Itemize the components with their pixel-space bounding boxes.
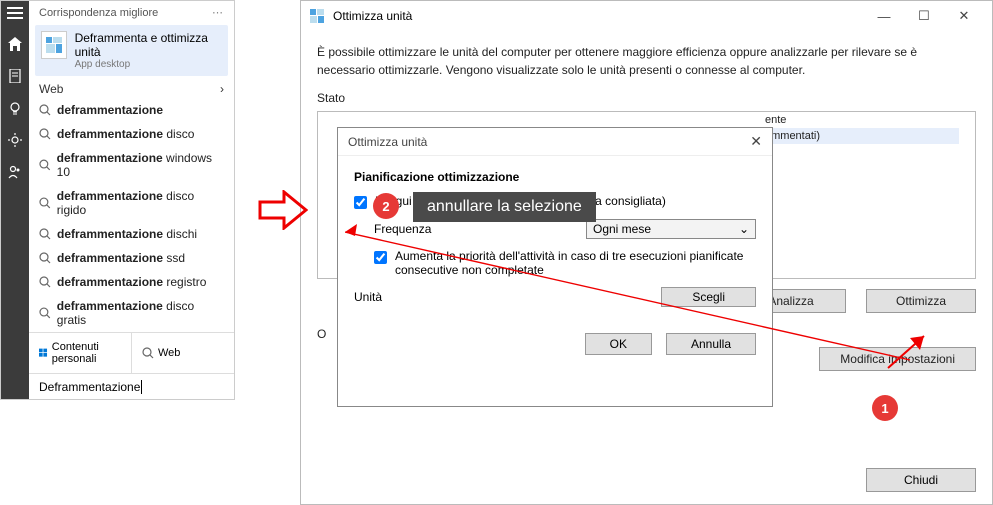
ok-button[interactable]: OK: [585, 333, 652, 355]
tab-web-label: Web: [158, 347, 180, 359]
search-icon: [142, 347, 154, 359]
annotation-badge-2: 2: [373, 193, 399, 219]
run-on-schedule-checkbox[interactable]: [354, 196, 367, 209]
search-icon: [39, 307, 51, 319]
search-input-value: Deframmentazione: [39, 380, 142, 394]
close-window-button[interactable]: Chiudi: [866, 468, 976, 492]
close-button[interactable]: ✕: [944, 8, 984, 24]
defrag-app-icon: [41, 31, 67, 59]
web-section-header[interactable]: Web ›: [29, 76, 234, 98]
best-match-subtitle: App desktop: [75, 59, 222, 70]
priority-checkbox[interactable]: [374, 251, 387, 264]
schedule-dialog: Ottimizza unità ✕ Pianificazione ottimiz…: [337, 127, 773, 407]
document-icon[interactable]: [8, 69, 22, 83]
best-match-item[interactable]: Deframmenta e ottimizza unità App deskto…: [35, 25, 228, 76]
best-match-label: Corrispondenza migliore: [39, 7, 158, 19]
frequency-select[interactable]: Ogni mese ⌄: [586, 219, 756, 239]
windows-icon: [39, 347, 48, 359]
list-item[interactable]: deframmentazione disco rigido: [35, 184, 228, 222]
list-item[interactable]: deframmentazione dischi: [35, 222, 228, 246]
best-match-text: Deframmenta e ottimizza unità App deskto…: [75, 31, 222, 70]
web-label: Web: [39, 82, 63, 96]
search-icon: [39, 159, 51, 171]
optimize-drives-window: Ottimizza unità — ☐ ✕ È possibile ottimi…: [300, 0, 993, 505]
chevron-right-icon: ›: [220, 82, 224, 96]
menu-icon[interactable]: [7, 7, 23, 19]
search-icon: [39, 104, 51, 116]
search-input-row[interactable]: Deframmentazione: [29, 373, 234, 400]
search-icon: [39, 252, 51, 264]
tab-personal-label: Contenuti personali: [52, 341, 121, 365]
list-item[interactable]: deframmentazione disco gratis: [35, 294, 228, 332]
search-sidebar: [1, 1, 29, 399]
priority-label: Aumenta la priorità dell'attività in cas…: [395, 249, 756, 277]
bulb-icon[interactable]: [8, 101, 22, 115]
list-item[interactable]: deframmentazione: [35, 98, 228, 122]
modify-settings-button[interactable]: Modifica impostazioni: [819, 347, 976, 371]
search-icon: [39, 128, 51, 140]
col-value-fragment[interactable]: ammentati): [759, 128, 959, 144]
tab-web[interactable]: Web: [132, 333, 234, 373]
dialog-titlebar: Ottimizza unità ✕: [338, 128, 772, 156]
search-icon: [39, 276, 51, 288]
dialog-close-button[interactable]: ✕: [750, 133, 762, 150]
search-icon: [39, 197, 51, 209]
col-header-fragment: ente: [759, 112, 959, 128]
drives-label: Unità: [354, 290, 382, 304]
search-header: Corrispondenza migliore ⋯: [29, 1, 234, 25]
frequency-label: Frequenza: [374, 222, 431, 236]
drives-row: Unità Scegli: [354, 287, 756, 307]
group-heading: Pianificazione ottimizzazione: [354, 170, 756, 184]
search-icon: [39, 228, 51, 240]
window-footer: Chiudi: [866, 468, 976, 492]
chevron-down-icon: ⌄: [739, 222, 749, 236]
titlebar: Ottimizza unità — ☐ ✕: [301, 1, 992, 31]
search-footer-tabs: Contenuti personali Web: [29, 332, 234, 373]
home-icon[interactable]: [8, 37, 22, 51]
drives-column-fragment: ente ammentati): [759, 112, 959, 144]
search-main: Corrispondenza migliore ⋯ Deframmenta e …: [29, 1, 234, 399]
annotation-arrow-icon: [258, 190, 308, 230]
start-search-panel: Corrispondenza migliore ⋯ Deframmenta e …: [0, 0, 235, 400]
best-match-title: Deframmenta e ottimizza unità: [75, 31, 222, 59]
annotation-badge-1: 1: [872, 395, 898, 421]
dialog-body: Pianificazione ottimizzazione Esegui in …: [338, 156, 772, 369]
more-icon[interactable]: ⋯: [212, 6, 224, 19]
web-suggestions: deframmentazione deframmentazione disco …: [29, 98, 234, 332]
list-item[interactable]: deframmentazione registro: [35, 270, 228, 294]
choose-drives-button[interactable]: Scegli: [661, 287, 756, 307]
window-title: Ottimizza unità: [333, 9, 412, 23]
list-item[interactable]: deframmentazione disco: [35, 122, 228, 146]
minimize-button[interactable]: —: [864, 9, 904, 24]
annotation-tooltip: annullare la selezione: [413, 192, 596, 222]
list-item[interactable]: deframmentazione ssd: [35, 246, 228, 270]
dialog-button-row: OK Annulla: [354, 333, 756, 355]
people-icon[interactable]: [8, 165, 22, 179]
description-text: È possibile ottimizzare le unità del com…: [317, 43, 976, 79]
status-label: Stato: [317, 91, 976, 105]
tab-personal[interactable]: Contenuti personali: [29, 333, 132, 373]
cancel-button[interactable]: Annulla: [666, 333, 756, 355]
list-item[interactable]: deframmentazione windows 10: [35, 146, 228, 184]
dialog-title: Ottimizza unità: [348, 135, 427, 149]
maximize-button[interactable]: ☐: [904, 8, 944, 24]
priority-checkbox-row: Aumenta la priorità dell'attività in cas…: [374, 249, 756, 277]
optimize-button[interactable]: Ottimizza: [866, 289, 976, 313]
frequency-row: Frequenza Ogni mese ⌄: [354, 219, 756, 239]
app-icon: [309, 8, 325, 24]
gear-icon[interactable]: [8, 133, 22, 147]
frequency-value: Ogni mese: [593, 222, 651, 236]
